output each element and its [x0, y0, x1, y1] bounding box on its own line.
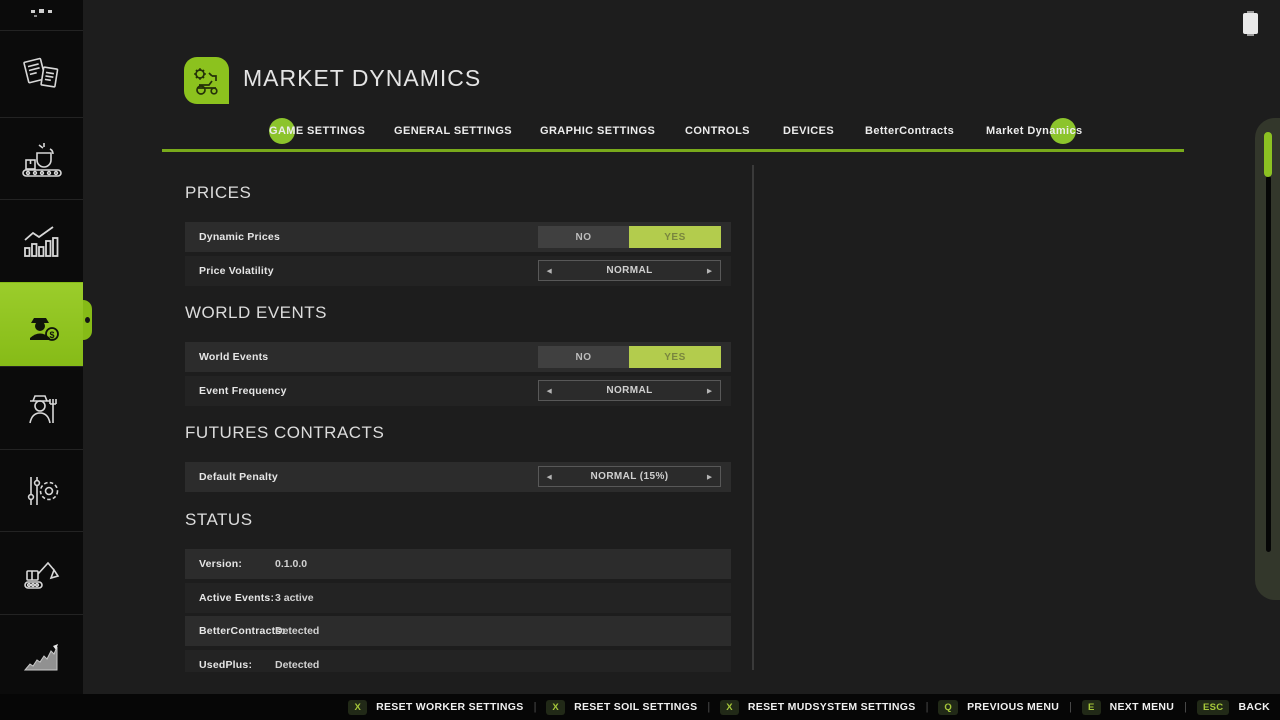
- default-penalty-selector[interactable]: ◂ NORMAL (15%) ▸: [538, 466, 721, 487]
- sidebar-item-documents[interactable]: [0, 30, 83, 117]
- back-button[interactable]: ESC BACK: [1197, 700, 1270, 715]
- selector-left-arrow-icon[interactable]: ◂: [547, 265, 552, 276]
- footer-separator: |: [926, 701, 929, 713]
- tab-devices[interactable]: DEVICES: [783, 125, 834, 137]
- section-title-futures-contracts: FUTURES CONTRACTS: [185, 423, 384, 443]
- toggle-yes-button[interactable]: YES: [629, 346, 721, 368]
- selector-left-arrow-icon[interactable]: ◂: [547, 471, 552, 482]
- tab-underline: [162, 149, 1184, 152]
- tab-bettercontracts[interactable]: BetterContracts: [865, 125, 954, 137]
- toggle-no-button[interactable]: NO: [538, 346, 629, 368]
- status-value: Detected: [275, 659, 319, 671]
- footer-separator: |: [707, 701, 710, 713]
- page-title: MARKET DYNAMICS: [243, 65, 481, 92]
- toggle-no-button[interactable]: NO: [538, 226, 629, 248]
- action-label: BACK: [1238, 701, 1270, 713]
- tab-game-settings[interactable]: GAME SETTINGS: [269, 125, 365, 137]
- setting-row-default-penalty: Default Penalty ◂ NORMAL (15%) ▸: [185, 462, 731, 492]
- status-label: Active Events:: [199, 592, 274, 604]
- price-volatility-selector[interactable]: ◂ NORMAL ▸: [538, 260, 721, 281]
- setting-label: Default Penalty: [199, 471, 278, 483]
- settings-panel: PRICES Dynamic Prices NO YES Price Volat…: [0, 160, 760, 672]
- selector-right-arrow-icon[interactable]: ▸: [707, 265, 712, 276]
- setting-row-price-volatility: Price Volatility ◂ NORMAL ▸: [185, 256, 731, 286]
- content-divider: [752, 165, 754, 670]
- documents-icon: [19, 51, 65, 97]
- status-label: BetterContracts:: [199, 625, 285, 637]
- setting-label: Price Volatility: [199, 265, 274, 277]
- market-dynamics-settings-screen: $: [0, 0, 1280, 720]
- selector-right-arrow-icon[interactable]: ▸: [707, 385, 712, 396]
- tab-bar: GAME SETTINGS GENERAL SETTINGS GRAPHIC S…: [0, 118, 1280, 145]
- setting-row-dynamic-prices: Dynamic Prices NO YES: [185, 222, 731, 252]
- action-label: NEXT MENU: [1110, 701, 1175, 713]
- phone-status-icon: [1243, 13, 1258, 34]
- status-row-bettercontracts: BetterContracts: Detected: [185, 616, 731, 646]
- partial-top-icon: [27, 9, 57, 21]
- footer-separator: |: [534, 701, 537, 713]
- world-events-toggle: NO YES: [538, 346, 721, 368]
- footer-hotkey-bar: X RESET WORKER SETTINGS | X RESET SOIL S…: [0, 694, 1280, 720]
- event-frequency-selector[interactable]: ◂ NORMAL ▸: [538, 380, 721, 401]
- action-label: RESET MUDSYSTEM SETTINGS: [748, 701, 916, 713]
- status-value: 3 active: [275, 592, 314, 604]
- section-title-status: STATUS: [185, 510, 253, 530]
- market-dynamics-app-icon: [184, 57, 229, 104]
- tab-general-settings[interactable]: GENERAL SETTINGS: [394, 125, 512, 137]
- tab-market-dynamics[interactable]: Market Dynamics: [986, 125, 1083, 137]
- action-label: RESET SOIL SETTINGS: [574, 701, 697, 713]
- status-label: UsedPlus:: [199, 659, 252, 671]
- setting-label: Event Frequency: [199, 385, 287, 397]
- tab-controls[interactable]: CONTROLS: [685, 125, 750, 137]
- tab-graphic-settings[interactable]: GRAPHIC SETTINGS: [540, 125, 655, 137]
- scrollbar-thumb[interactable]: [1264, 132, 1272, 177]
- next-menu-button[interactable]: E NEXT MENU: [1082, 700, 1174, 715]
- status-value: Detected: [275, 625, 319, 637]
- selector-right-arrow-icon[interactable]: ▸: [707, 471, 712, 482]
- status-row-usedplus: UsedPlus: Detected: [185, 650, 731, 672]
- key-hint-q: Q: [938, 700, 958, 715]
- sidebar-item-partial[interactable]: [0, 0, 83, 30]
- key-hint-e: E: [1082, 700, 1101, 715]
- key-hint-x: X: [546, 700, 565, 715]
- status-value: 0.1.0.0: [275, 558, 307, 570]
- setting-label: World Events: [199, 351, 268, 363]
- action-label: RESET WORKER SETTINGS: [376, 701, 523, 713]
- setting-row-world-events: World Events NO YES: [185, 342, 731, 372]
- selector-value: NORMAL: [606, 265, 652, 276]
- scrollbar-track[interactable]: [1266, 176, 1271, 552]
- footer-separator: |: [1069, 701, 1072, 713]
- section-title-world-events: WORLD EVENTS: [185, 303, 327, 323]
- previous-menu-button[interactable]: Q PREVIOUS MENU: [938, 700, 1059, 715]
- status-label: Version:: [199, 558, 242, 570]
- setting-label: Dynamic Prices: [199, 231, 280, 243]
- selector-value: NORMAL (15%): [591, 471, 669, 482]
- key-hint-x: X: [720, 700, 739, 715]
- reset-worker-settings-button[interactable]: X RESET WORKER SETTINGS: [348, 700, 523, 715]
- dynamic-prices-toggle: NO YES: [538, 226, 721, 248]
- selector-value: NORMAL: [606, 385, 652, 396]
- reset-soil-settings-button[interactable]: X RESET SOIL SETTINGS: [546, 700, 697, 715]
- key-hint-x: X: [348, 700, 367, 715]
- setting-row-event-frequency: Event Frequency ◂ NORMAL ▸: [185, 376, 731, 406]
- footer-separator: |: [1184, 701, 1187, 713]
- selector-left-arrow-icon[interactable]: ◂: [547, 385, 552, 396]
- status-row-active-events: Active Events: 3 active: [185, 583, 731, 613]
- action-label: PREVIOUS MENU: [967, 701, 1059, 713]
- status-row-version: Version: 0.1.0.0: [185, 549, 731, 579]
- reset-mudsystem-settings-button[interactable]: X RESET MUDSYSTEM SETTINGS: [720, 700, 915, 715]
- key-hint-esc: ESC: [1197, 700, 1229, 715]
- section-title-prices: PRICES: [185, 183, 251, 203]
- toggle-yes-button[interactable]: YES: [629, 226, 721, 248]
